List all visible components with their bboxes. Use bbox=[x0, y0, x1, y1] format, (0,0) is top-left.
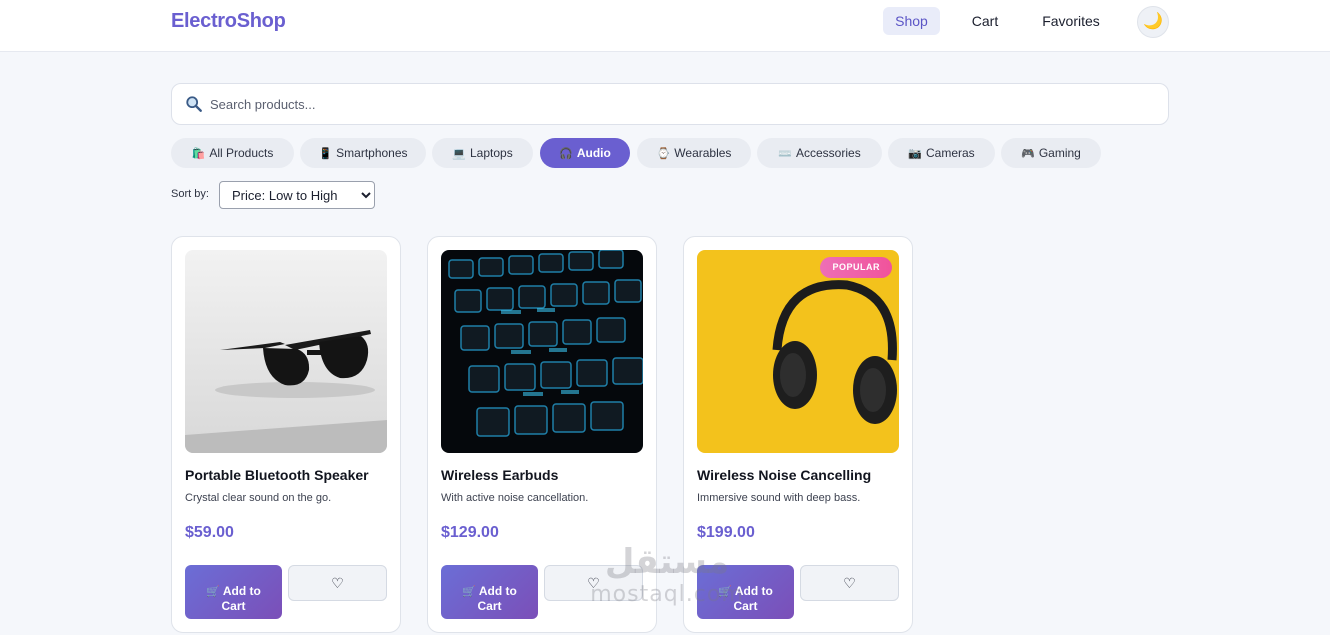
popular-badge: POPULAR bbox=[820, 257, 892, 278]
product-card: Wireless Earbuds With active noise cance… bbox=[427, 236, 657, 633]
product-title[interactable]: Wireless Earbuds bbox=[441, 467, 558, 483]
category-chip-cameras[interactable]: 📷 Cameras bbox=[888, 138, 995, 168]
laptop-icon: 💻 bbox=[452, 148, 466, 160]
top-navbar: ElectroShop Shop Cart Favorites 🌙 bbox=[0, 0, 1330, 52]
moon-icon: 🌙 bbox=[1143, 13, 1163, 30]
category-chip-laptops[interactable]: 💻 Laptops bbox=[432, 138, 533, 168]
product-description: Crystal clear sound on the go. bbox=[185, 492, 332, 504]
shopping-bags-icon: 🛍️ bbox=[191, 148, 206, 160]
add-to-cart-button[interactable]: 🛒 Add to Cart bbox=[441, 565, 538, 619]
sort-label: Sort by: bbox=[171, 188, 209, 200]
product-price: $59.00 bbox=[185, 524, 234, 541]
add-to-cart-button[interactable]: 🛒 Add to Cart bbox=[697, 565, 794, 619]
heart-icon: ♡ bbox=[331, 575, 344, 591]
product-image-keyboard[interactable] bbox=[441, 250, 643, 453]
smartphone-icon: 📱 bbox=[318, 148, 333, 160]
nav-shop-link[interactable]: Shop bbox=[883, 7, 940, 35]
category-chip-audio[interactable]: 🎧 Audio bbox=[540, 138, 630, 168]
search-icon bbox=[186, 96, 202, 112]
product-image-headphones[interactable]: POPULAR bbox=[697, 250, 899, 453]
cart-icon: 🛒 bbox=[206, 586, 220, 598]
category-chip-wearables[interactable]: ⌚ Wearables bbox=[637, 138, 751, 168]
watch-icon: ⌚ bbox=[656, 148, 671, 160]
favorite-button[interactable]: ♡ bbox=[288, 565, 387, 601]
product-price: $199.00 bbox=[697, 524, 755, 541]
category-chip-smartphones[interactable]: 📱 Smartphones bbox=[300, 138, 426, 168]
nav-cart-link[interactable]: Cart bbox=[962, 7, 1008, 35]
gamepad-icon: 🎮 bbox=[1021, 148, 1035, 160]
add-to-cart-button[interactable]: 🛒 Add to Cart bbox=[185, 565, 282, 619]
headphones-icon: 🎧 bbox=[559, 148, 573, 160]
category-chip-gaming[interactable]: 🎮 Gaming bbox=[1001, 138, 1101, 168]
product-card: Portable Bluetooth Speaker Crystal clear… bbox=[171, 236, 401, 633]
camera-icon: 📷 bbox=[908, 148, 922, 160]
product-description: Immersive sound with deep bass. bbox=[697, 492, 861, 504]
category-chip-all-products[interactable]: 🛍️ All Products bbox=[171, 138, 294, 168]
cart-icon: 🛒 bbox=[462, 586, 476, 598]
search-bar bbox=[171, 83, 1169, 125]
favorite-button[interactable]: ♡ bbox=[800, 565, 899, 601]
favorite-button[interactable]: ♡ bbox=[544, 565, 643, 601]
sort-select[interactable]: Price: Low to High bbox=[219, 181, 375, 209]
heart-icon: ♡ bbox=[843, 575, 856, 591]
nav-favorites-link[interactable]: Favorites bbox=[1032, 7, 1110, 35]
product-title[interactable]: Portable Bluetooth Speaker bbox=[185, 467, 369, 483]
product-card: POPULAR Wireless Noise Cancelling Immers… bbox=[683, 236, 913, 633]
sunglasses-photo bbox=[185, 250, 387, 453]
keyboard-icon: ⌨️ bbox=[778, 148, 792, 160]
product-image-sunglasses[interactable] bbox=[185, 250, 387, 453]
heart-icon: ♡ bbox=[587, 575, 600, 591]
theme-toggle-button[interactable]: 🌙 bbox=[1137, 6, 1169, 38]
headphones-photo bbox=[697, 250, 899, 453]
product-description: With active noise cancellation. bbox=[441, 492, 589, 504]
site-logo[interactable]: ElectroShop bbox=[171, 10, 286, 33]
keyboard-photo bbox=[441, 250, 643, 453]
product-title[interactable]: Wireless Noise Cancelling bbox=[697, 467, 871, 483]
cart-icon: 🛒 bbox=[718, 586, 732, 598]
product-price: $129.00 bbox=[441, 524, 499, 541]
category-chip-accessories[interactable]: ⌨️ Accessories bbox=[757, 138, 882, 168]
search-input[interactable] bbox=[210, 90, 1150, 118]
